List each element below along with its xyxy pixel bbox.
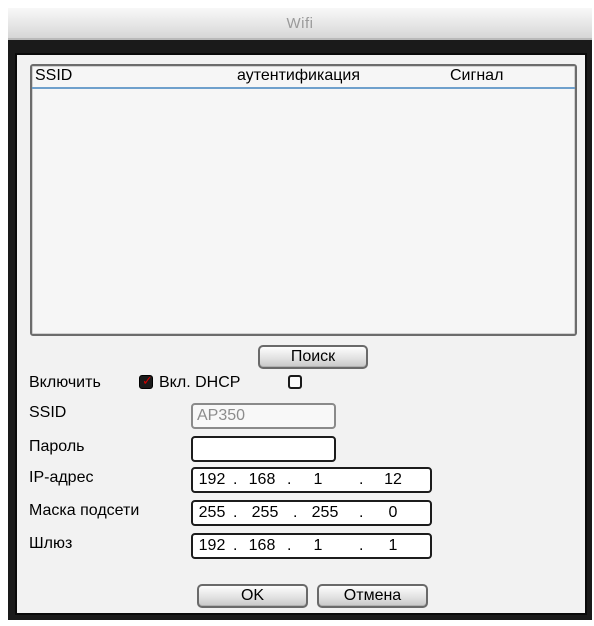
password-label: Пароль [29,438,85,455]
wifi-dialog: SSID аутентификация Сигнал Поиск Включит… [8,40,592,620]
ssid-label: SSID [29,404,67,421]
checkmark-icon: ✓ [142,373,153,388]
gateway-label: Шлюз [29,535,73,552]
ssid-input[interactable]: AP350 [191,403,336,429]
column-ssid[interactable]: SSID [35,67,72,85]
ip-separator: . [233,471,238,488]
gateway-octet-3[interactable]: 1 [301,535,335,557]
gateway-octet-1[interactable]: 192 [195,535,229,557]
subnet-mask-input[interactable]: 255 . 255 . 255 . 0 [191,500,432,526]
gateway-input[interactable]: 192 . 168 . 1 . 1 [191,533,432,559]
mask-separator: . [293,504,298,521]
ip-address-input[interactable]: 192 . 168 . 1 . 12 [191,467,432,493]
ip-octet-4[interactable]: 12 [371,469,415,491]
ssid-value: AP350 [197,407,246,424]
ip-octet-1[interactable]: 192 [195,469,229,491]
gateway-separator: . [287,537,292,554]
window-title: Wifi [286,15,314,32]
ip-octet-3[interactable]: 1 [301,469,335,491]
enable-label: Включить [29,374,101,391]
title-bar: Wifi [8,8,592,40]
subnet-mask-label: Маска подсети [29,502,140,519]
ip-address-label: IP-адрес [29,469,94,486]
gateway-octet-2[interactable]: 168 [245,535,279,557]
column-authentication[interactable]: аутентификация [237,67,360,85]
ip-separator: . [287,471,292,488]
gateway-separator: . [233,537,238,554]
mask-octet-2[interactable]: 255 [245,502,285,524]
column-signal[interactable]: Сигнал [450,67,503,85]
dhcp-label: Вкл. DHCP [159,374,241,391]
dhcp-checkbox[interactable] [288,375,302,389]
mask-octet-4[interactable]: 0 [371,502,415,524]
mask-separator: . [233,504,238,521]
mask-separator: . [359,504,364,521]
cancel-button[interactable]: Отмена [317,584,428,608]
ok-button[interactable]: OK [197,584,308,608]
network-list[interactable]: SSID аутентификация Сигнал [30,64,577,336]
gateway-separator: . [359,537,364,554]
ip-octet-2[interactable]: 168 [245,469,279,491]
password-input[interactable] [191,436,336,462]
enable-checkbox[interactable]: ✓ [139,373,153,389]
search-button[interactable]: Поиск [258,345,368,369]
mask-octet-3[interactable]: 255 [305,502,345,524]
mask-octet-1[interactable]: 255 [195,502,229,524]
dialog-panel: SSID аутентификация Сигнал Поиск Включит… [15,53,587,615]
ip-separator: . [359,471,364,488]
list-header: SSID аутентификация Сигнал [32,66,575,89]
gateway-octet-4[interactable]: 1 [371,535,415,557]
